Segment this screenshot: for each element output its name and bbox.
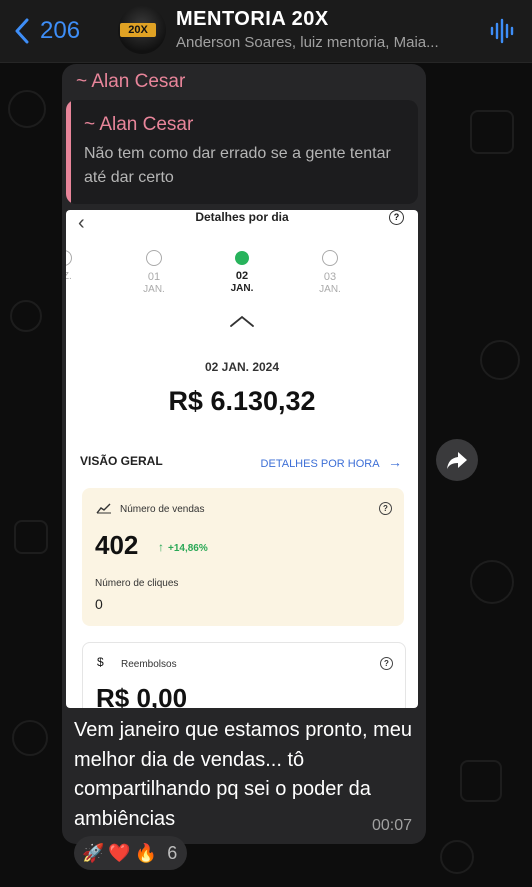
forward-button[interactable] (436, 439, 478, 481)
hourly-details-label: DETALHES POR HORA (260, 458, 379, 470)
group-members[interactable]: Anderson Soares, luiz mentoria, Maia... (176, 34, 476, 51)
sales-value: 402 (95, 530, 139, 560)
hourly-details-link: DETALHES POR HORA → (261, 454, 402, 470)
overview-label: VISÃO GERAL (80, 454, 163, 468)
sales-card: Número de vendas ? 402 ↑ +14,86% Número d… (82, 488, 404, 626)
sales-label: Número de vendas (120, 504, 205, 515)
help-icon: ? (389, 210, 404, 225)
waveform-icon (490, 18, 514, 44)
day-month: JAN. (230, 283, 254, 294)
day-dot (66, 250, 72, 266)
reactions-pill[interactable]: 🚀 ❤️ 🔥 6 (74, 836, 188, 870)
day-item: 01 JAN. (134, 250, 174, 295)
day-dot-selected (235, 251, 249, 265)
day-revenue: R$ 6.130,32 (168, 386, 316, 416)
chevron-left-icon (15, 18, 29, 44)
day-number: 03 (323, 271, 337, 283)
back-button[interactable]: 206 (14, 14, 80, 48)
rocket-reaction[interactable]: 🚀 (82, 843, 104, 864)
fire-reaction[interactable]: 🔥 (135, 843, 157, 864)
refunds-label: Reembolsos (121, 659, 177, 670)
day-item: EZ. (66, 250, 84, 282)
group-avatar[interactable]: 20X (118, 6, 166, 54)
heart-reaction[interactable]: ❤️ (108, 843, 130, 864)
shared-image[interactable]: ‹ Detalhes por dia ? EZ. 01 JAN. 02 JAN.… (66, 210, 418, 708)
quoted-reply[interactable]: ~ Alan Cesar Não tem como dar errado se … (66, 100, 418, 204)
chat-header: 206 20X MENTORIA 20X Anderson Soares, lu… (0, 0, 532, 63)
arrow-right-icon: → (388, 454, 402, 470)
money-icon: $ (97, 655, 104, 669)
sales-delta: ↑ +14,86% (158, 540, 208, 554)
avatar-logo: 20X (120, 23, 156, 37)
message-sender[interactable]: ~ Alan Cesar (76, 71, 185, 93)
reaction-count: 6 (167, 842, 178, 863)
day-item: 03 JAN. (310, 250, 350, 295)
clicks-label: Número de cliques (95, 578, 179, 589)
help-icon: ? (379, 502, 392, 515)
group-title[interactable]: MENTORIA 20X (176, 8, 329, 31)
arrow-up-icon: ↑ (158, 540, 164, 554)
chevron-up-icon (230, 315, 254, 327)
clicks-value: 0 (95, 596, 103, 612)
message-bubble[interactable]: ~ Alan Cesar ~ Alan Cesar Não tem como d… (62, 64, 426, 844)
selected-date: 02 JAN. 2024 (204, 360, 280, 374)
day-dot (322, 250, 338, 266)
message-time: 00:07 (371, 817, 412, 834)
unread-count: 206 (40, 17, 81, 44)
day-month: JAN. (319, 284, 341, 295)
day-number: 02 (235, 270, 249, 282)
day-month: JAN. (143, 284, 165, 295)
help-icon: ? (380, 657, 393, 670)
message-text: Vem janeiro que estamos pronto, meu melh… (74, 719, 412, 830)
trend-chart-icon (96, 503, 111, 514)
sales-delta-value: +14,86% (168, 543, 208, 554)
day-month: EZ. (66, 271, 72, 282)
day-item-selected: 02 JAN. (222, 250, 262, 294)
reply-text: Não tem como dar errado se a gente tenta… (84, 145, 391, 186)
reply-accent-bar (66, 100, 71, 204)
share-arrow-icon (447, 452, 467, 469)
reply-sender: ~ Alan Cesar (84, 114, 194, 135)
day-number: 01 (147, 271, 161, 283)
image-title: Detalhes por dia (195, 210, 289, 224)
refunds-card: $ Reembolsos ? R$ 0,00 (82, 642, 406, 708)
refunds-value: R$ 0,00 (96, 683, 188, 708)
day-dot (146, 250, 162, 266)
audio-call-button[interactable] (490, 18, 516, 49)
